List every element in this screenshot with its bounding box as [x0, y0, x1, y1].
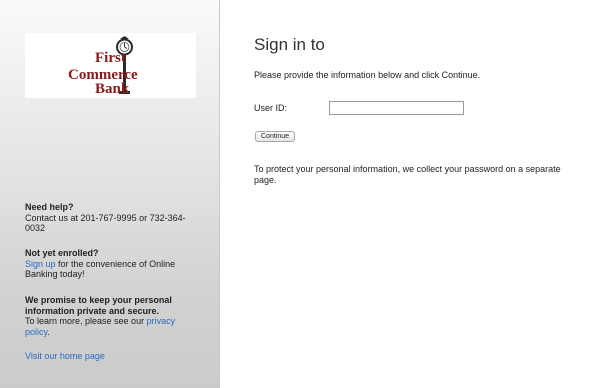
need-help-text: Contact us at 201-767-9995 or 732-364-00…: [25, 212, 186, 234]
home-page-link[interactable]: Visit our home page: [25, 351, 105, 361]
promise-text: To learn more, please see our: [25, 316, 147, 326]
home-link-block: Visit our home page: [25, 351, 200, 362]
user-id-label: User ID:: [254, 103, 288, 113]
user-id-input[interactable]: [329, 101, 464, 115]
promise-title: We promise to keep your personal informa…: [25, 295, 172, 316]
need-help-block: Need help? Contact us at 201-767-9995 or…: [25, 202, 200, 234]
sign-up-link[interactable]: Sign up: [25, 259, 56, 269]
main-panel: Sign in to Please provide the informatio…: [221, 0, 603, 388]
logo-line-1: First: [95, 50, 126, 66]
logo-line-3: Bank: [95, 81, 130, 97]
sidebar: First Commerce Bank Need help? Contact u…: [0, 0, 220, 388]
enroll-block: Not yet enrolled? Sign up for the conven…: [25, 248, 200, 280]
privacy-suffix: .: [47, 326, 50, 337]
instructions-text: Please provide the information below and…: [254, 70, 481, 80]
bank-logo-icon: First Commerce Bank: [68, 36, 138, 97]
bank-logo[interactable]: First Commerce Bank: [25, 33, 196, 98]
need-help-title: Need help?: [25, 202, 74, 212]
password-notice: To protect your personal information, we…: [254, 164, 561, 185]
not-enrolled-title: Not yet enrolled?: [25, 248, 99, 258]
page-title: Sign in to: [254, 35, 325, 54]
continue-button[interactable]: Continue: [255, 131, 296, 142]
sign-in-page: First Commerce Bank Need help? Contact u…: [0, 0, 603, 388]
privacy-block: We promise to keep your personal informa…: [25, 295, 200, 337]
